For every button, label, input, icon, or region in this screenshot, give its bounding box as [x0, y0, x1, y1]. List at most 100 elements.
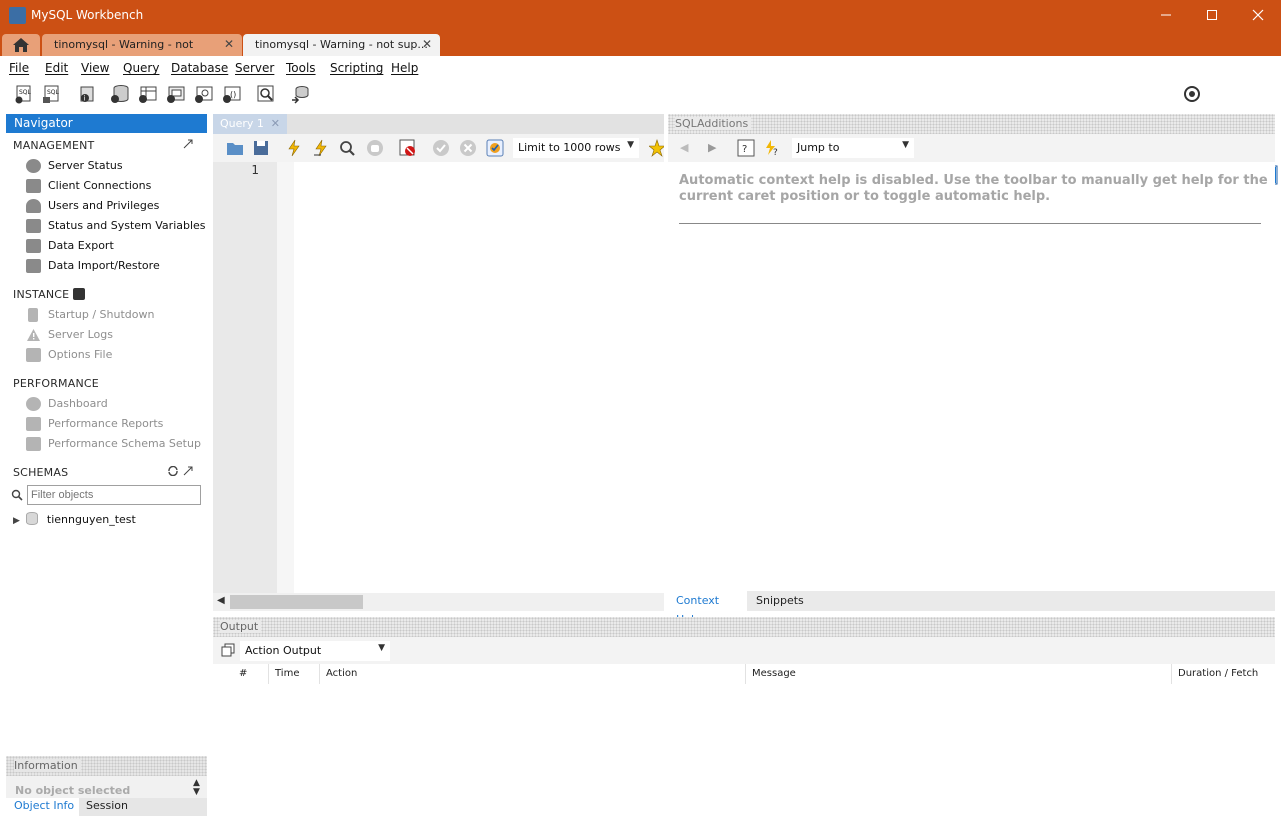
auto-commit-icon[interactable] — [486, 139, 504, 157]
menu-help[interactable]: Help — [391, 61, 418, 75]
scroll-left-icon[interactable]: ◀ — [217, 595, 225, 606]
column-separator[interactable] — [1171, 664, 1172, 684]
svg-text:(): () — [230, 90, 236, 99]
window-title: MySQL Workbench — [31, 8, 144, 22]
menu-view[interactable]: View — [81, 61, 109, 75]
column-separator[interactable] — [319, 664, 320, 684]
add-snippet-star-icon[interactable] — [649, 139, 664, 157]
menu-server[interactable]: Server — [235, 61, 274, 75]
schema-tree-item[interactable]: ▶ tiennguyen_test — [13, 511, 136, 529]
menu-tools[interactable]: Tools — [286, 61, 316, 75]
nav-item-options-file[interactable]: Options File — [26, 346, 112, 364]
scroll-arrows-icon[interactable]: ▲ ▼ — [193, 779, 200, 797]
preferences-gear-icon[interactable] — [1182, 84, 1202, 104]
refresh-schemas-icon[interactable] — [167, 466, 179, 476]
close-tab-icon[interactable]: ✕ — [422, 34, 432, 55]
nav-item-data-import[interactable]: Data Import/Restore — [26, 257, 160, 275]
nav-item-status-variables[interactable]: Status and System Variables — [26, 217, 206, 235]
maximize-button[interactable] — [1189, 0, 1235, 30]
tab-snippets[interactable]: Snippets — [756, 591, 804, 610]
output-header: Output — [213, 617, 1275, 637]
svg-text:SQL: SQL — [47, 89, 60, 96]
new-sql-tab-icon[interactable]: SQL — [14, 84, 34, 104]
horizontal-scrollbar[interactable]: ◀ — [213, 593, 664, 611]
nav-item-users-privileges[interactable]: Users and Privileges — [26, 197, 159, 215]
jump-to-select[interactable]: Jump to ▼ — [792, 138, 914, 158]
close-tab-icon[interactable]: ✕ — [224, 34, 234, 55]
menu-database[interactable]: Database — [171, 61, 228, 75]
menu-bar: File Edit View Query Database Server Too… — [0, 56, 1281, 80]
create-view-icon[interactable] — [166, 84, 186, 104]
sql-editor-input[interactable] — [294, 162, 664, 593]
title-bar: MySQL Workbench — [0, 0, 1281, 32]
scrollbar-thumb[interactable] — [230, 595, 363, 609]
save-icon[interactable] — [253, 140, 269, 156]
nav-item-dashboard[interactable]: Dashboard — [26, 395, 108, 413]
fold-margin — [277, 162, 294, 593]
column-separator[interactable] — [745, 664, 746, 684]
rollback-icon[interactable] — [459, 139, 477, 157]
menu-scripting[interactable]: Scripting — [330, 61, 383, 75]
inspector-icon[interactable]: i — [77, 84, 97, 104]
section-management: MANAGEMENT — [13, 139, 95, 152]
menu-file[interactable]: File — [9, 61, 29, 75]
home-tab[interactable] — [2, 34, 40, 56]
limit-rows-select[interactable]: Limit to 1000 rows ▼ — [513, 138, 639, 158]
open-folder-icon[interactable] — [226, 140, 244, 156]
minimize-button[interactable] — [1143, 0, 1189, 30]
expand-arrow-icon[interactable]: ▶ — [13, 516, 20, 526]
svg-text:i: i — [84, 95, 86, 103]
create-table-icon[interactable] — [138, 84, 158, 104]
nav-item-server-status[interactable]: Server Status — [26, 157, 123, 175]
tab-connection-2[interactable]: tinomysql - Warning - not sup... ✕ — [243, 34, 440, 56]
dropdown-arrow-icon: ▼ — [627, 140, 634, 150]
nav-item-performance-reports[interactable]: Performance Reports — [26, 415, 163, 433]
information-tabs: Object Info Session — [6, 798, 207, 816]
auto-help-icon[interactable]: ? — [763, 139, 781, 157]
nav-item-startup-shutdown[interactable]: Startup / Shutdown — [26, 306, 154, 324]
toggle-continue-on-error-icon[interactable] — [399, 139, 417, 157]
stop-icon[interactable] — [366, 139, 384, 157]
tab-connection-1[interactable]: tinomysql - Warning - not supported ✕ — [42, 34, 242, 72]
output-mode-select[interactable]: Action Output ▼ — [240, 641, 390, 661]
explain-icon[interactable] — [338, 139, 356, 157]
reconnect-icon[interactable] — [290, 84, 310, 104]
execute-lightning-icon[interactable] — [286, 139, 302, 157]
forward-arrow-icon[interactable]: ▶ — [708, 141, 716, 154]
manual-help-icon[interactable]: ? — [737, 139, 755, 157]
menu-query[interactable]: Query — [123, 61, 159, 75]
no-object-selected-text: No object selected — [15, 784, 131, 797]
tab-context-help[interactable]: Context Help — [668, 591, 747, 626]
expand-icon[interactable] — [183, 466, 193, 476]
commit-icon[interactable] — [432, 139, 450, 157]
dashboard-icon — [26, 397, 41, 411]
wrench-icon — [26, 348, 41, 362]
open-sql-script-icon[interactable]: SQL — [42, 84, 62, 104]
search-icon — [11, 489, 23, 501]
back-arrow-icon[interactable]: ◀ — [680, 141, 688, 154]
tab-query-1[interactable]: Query 1 ✕ — [213, 114, 287, 134]
close-tab-icon[interactable]: ✕ — [271, 114, 280, 133]
create-procedure-icon[interactable] — [194, 84, 214, 104]
filter-objects-input[interactable] — [27, 485, 201, 505]
expand-icon[interactable] — [183, 139, 193, 149]
tab-object-info[interactable]: Object Info — [6, 798, 79, 816]
instance-settings-icon[interactable] — [73, 288, 86, 300]
query-toolbar: Limit to 1000 rows ▼ — [213, 134, 664, 162]
search-table-data-icon[interactable] — [256, 84, 276, 104]
create-function-icon[interactable]: () — [222, 84, 242, 104]
copy-icon[interactable] — [221, 643, 235, 657]
nav-item-client-connections[interactable]: Client Connections — [26, 177, 151, 195]
tab-session[interactable]: Session — [86, 798, 128, 814]
close-button[interactable] — [1235, 0, 1281, 30]
nav-item-data-export[interactable]: Data Export — [26, 237, 114, 255]
nav-item-performance-schema-setup[interactable]: Performance Schema Setup — [26, 435, 201, 453]
nav-item-server-logs[interactable]: Server Logs — [26, 326, 113, 344]
create-schema-icon[interactable] — [110, 84, 130, 104]
output-toolbar: Action Output ▼ — [213, 637, 1275, 665]
line-number-gutter: 1 — [213, 162, 277, 593]
execute-current-icon[interactable] — [313, 139, 329, 157]
sql-additions-tabs: Context Help Snippets — [668, 591, 1275, 626]
menu-edit[interactable]: Edit — [45, 61, 68, 75]
column-separator[interactable] — [268, 664, 269, 684]
